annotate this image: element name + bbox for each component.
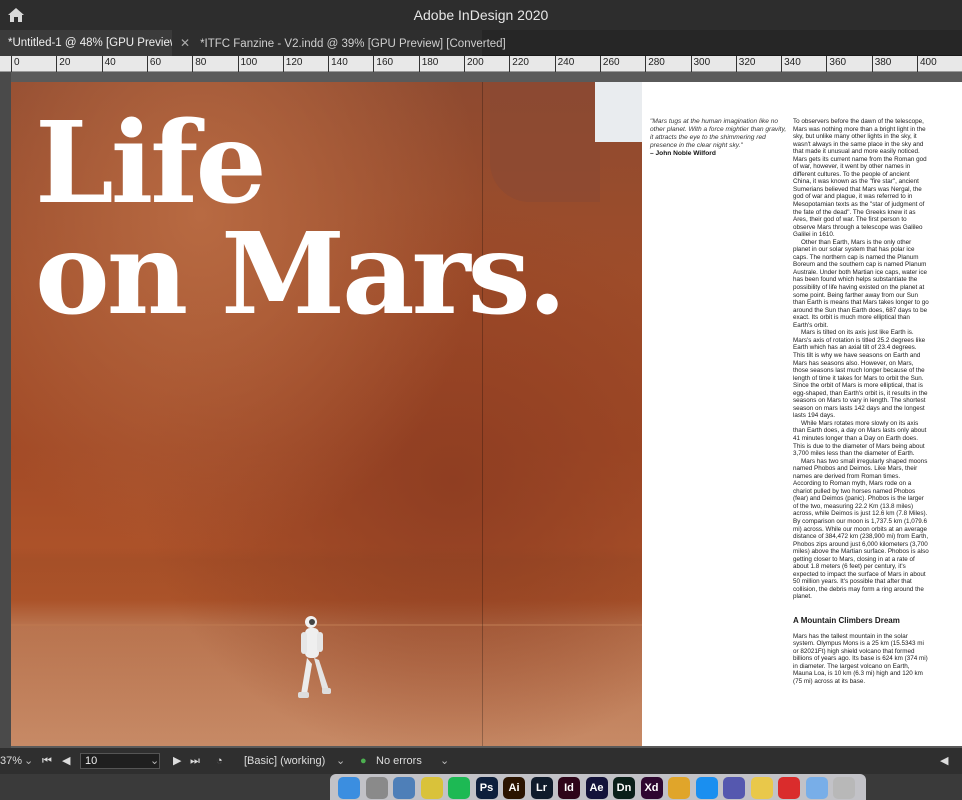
close-icon[interactable]: ✕ bbox=[180, 36, 190, 50]
chrome-icon[interactable] bbox=[668, 777, 690, 799]
ruler-tick: 200 bbox=[464, 56, 484, 72]
app-store-icon[interactable] bbox=[695, 777, 718, 799]
scroll-left-icon[interactable]: ◀ bbox=[940, 753, 948, 769]
body-paragraph: While Mars rotates more slowly on its ax… bbox=[793, 419, 927, 458]
teams-icon[interactable] bbox=[723, 777, 745, 799]
title-bar: Adobe InDesign 2020 bbox=[0, 0, 962, 30]
previous-page-icon[interactable]: ◀ bbox=[62, 753, 70, 769]
first-page-icon[interactable]: ⏮ bbox=[42, 753, 52, 769]
horizontal-ruler[interactable]: 0 20 40 60 80 100 120 140 160 180 200 220 240 260 280 3… bbox=[0, 56, 962, 72]
chevron-down-icon[interactable]: ⌄ bbox=[24, 753, 33, 769]
pasteboard bbox=[0, 72, 11, 748]
pull-quote[interactable]: "Mars tugs at the human imagination like… bbox=[650, 118, 790, 158]
dimension-icon[interactable]: Dn bbox=[613, 777, 635, 799]
ruler-tick: 280 bbox=[645, 56, 665, 72]
spotify-icon[interactable] bbox=[448, 777, 470, 799]
tab-itfc-fanzine[interactable]: ✕ *ITFC Fanzine - V2.indd @ 39% [GPU Prev… bbox=[172, 30, 506, 56]
page-dropdown-icon[interactable]: ⌄ bbox=[150, 753, 159, 769]
ruler-tick: 0 bbox=[11, 56, 20, 72]
quote-author: – John Noble Wilford bbox=[650, 150, 716, 157]
folder-icon[interactable] bbox=[805, 777, 828, 799]
document-tab-bar: *Untitled-1 @ 48% [GPU Preview] ✕ *ITFC F… bbox=[0, 30, 962, 56]
ruler-tick: 180 bbox=[418, 56, 438, 72]
trash-icon[interactable] bbox=[833, 777, 855, 799]
record-icon[interactable]: ◔ bbox=[216, 753, 223, 769]
headline-line-1: Life bbox=[35, 98, 267, 229]
window-title: Adobe InDesign 2020 bbox=[413, 7, 549, 23]
ruler-tick: 360 bbox=[826, 56, 846, 72]
finder-icon[interactable] bbox=[338, 777, 360, 799]
headline-line-2: on Mars. bbox=[35, 209, 567, 341]
ruler-tick: 300 bbox=[690, 56, 710, 72]
body-paragraph: Other than Earth, Mars is the only other… bbox=[793, 238, 929, 329]
ruler-tick: 320 bbox=[735, 56, 755, 72]
status-bar: 37% ⌄ ⏮ ◀ 10 ⌄ ▶ ⏭ ◔ [Basic] (working) ⌄… bbox=[0, 748, 962, 774]
body-paragraph: Mars is tilted on its axis just like Ear… bbox=[793, 329, 928, 420]
body-paragraph: To observers before the dawn of the tele… bbox=[793, 118, 927, 239]
ruler-tick: 380 bbox=[871, 56, 891, 72]
photos-icon[interactable] bbox=[420, 777, 443, 799]
profile-dropdown-icon[interactable]: ⌄ bbox=[336, 753, 345, 769]
preflight-profile[interactable]: [Basic] (working) bbox=[244, 753, 325, 769]
ruler-tick: 120 bbox=[282, 56, 302, 72]
ruler-tick: 260 bbox=[599, 56, 620, 72]
preflight-dropdown-icon[interactable]: ⌄ bbox=[440, 753, 449, 769]
ruler-tick: 400 bbox=[917, 56, 937, 72]
ruler-tick: 80 bbox=[192, 56, 206, 72]
ruler-tick: 160 bbox=[373, 56, 393, 72]
status-dot-icon: ● bbox=[360, 755, 367, 767]
ruler-tick: 100 bbox=[237, 56, 257, 72]
launchpad-icon[interactable] bbox=[365, 777, 388, 799]
illustrator-icon[interactable]: Ai bbox=[503, 777, 525, 799]
notes-icon[interactable] bbox=[750, 777, 773, 799]
quote-text: "Mars tugs at the human imagination like… bbox=[650, 118, 787, 149]
indesign-icon[interactable]: Id bbox=[558, 777, 580, 799]
document-canvas[interactable]: Life on Mars. "Mars tugs at the human im… bbox=[0, 72, 962, 748]
ruler-tick: 240 bbox=[554, 56, 574, 72]
ruler-tick: 40 bbox=[101, 56, 116, 72]
sub-paragraph: Mars has the tallest mountain in the sol… bbox=[793, 632, 928, 685]
zoom-level[interactable]: 37% bbox=[0, 753, 22, 769]
headline[interactable]: Life on Mars. bbox=[35, 98, 635, 341]
text-page[interactable]: "Mars tugs at the human imagination like… bbox=[642, 82, 962, 746]
preflight-status[interactable]: No errors bbox=[376, 753, 422, 769]
tab-untitled[interactable]: *Untitled-1 @ 48% [GPU Preview] bbox=[0, 30, 181, 56]
subheading: A Mountain Climbers Dream bbox=[793, 616, 900, 625]
preview-icon[interactable] bbox=[393, 777, 415, 799]
next-page-icon[interactable]: ▶ bbox=[173, 753, 181, 769]
ruler-tick: 20 bbox=[56, 56, 70, 72]
tab-label: *Untitled-1 @ 48% [GPU Preview] bbox=[8, 37, 182, 49]
xd-icon[interactable]: Xd bbox=[640, 777, 663, 799]
creative-cloud-icon[interactable] bbox=[778, 777, 800, 799]
after-effects-icon[interactable]: Ae bbox=[585, 777, 608, 799]
ruler-tick: 220 bbox=[509, 56, 529, 72]
body-paragraph: Mars has two small irregularly shaped mo… bbox=[793, 457, 929, 601]
tab-label: *ITFC Fanzine - V2.indd @ 39% [GPU Previ… bbox=[200, 38, 506, 50]
astronaut-figure bbox=[298, 616, 331, 698]
lightroom-icon[interactable]: Lr bbox=[530, 777, 553, 799]
macos-dock: Ps Ai Lr Id Ae Dn Xd bbox=[330, 774, 866, 800]
ruler-tick: 140 bbox=[328, 56, 348, 72]
ruler-tick: 340 bbox=[781, 56, 801, 72]
last-page-icon[interactable]: ⏭ bbox=[190, 753, 200, 769]
body-text-frame[interactable]: To observers before the dawn of the tele… bbox=[793, 118, 929, 685]
ruler-tick: 60 bbox=[146, 56, 161, 72]
page-number-field[interactable]: 10 bbox=[80, 753, 160, 769]
photoshop-icon[interactable]: Ps bbox=[475, 777, 498, 799]
